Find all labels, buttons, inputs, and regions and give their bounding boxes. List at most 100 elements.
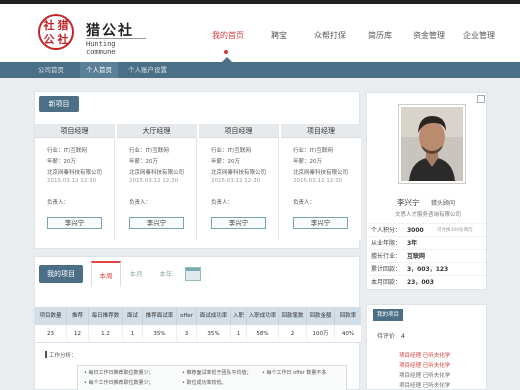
card-title: 项目经理 [35, 124, 114, 138]
profile-stat-total-payback: 累计回款： 3，003，123 [369, 262, 486, 275]
avatar [399, 105, 465, 183]
profile-stat-years: 从业年限： 3年 [369, 236, 486, 249]
sub-nav: 公司首页 个人首页 个人账户设置 [0, 62, 520, 78]
card-owner-label: 负责人： [129, 200, 152, 206]
stat-label: 本月回款： [371, 279, 402, 286]
card-company: 北京网秦科技有限公司 [47, 170, 103, 176]
project-card[interactable]: 项目经理 行业：IT/互联网 年薪：20万 北京网秦科技有限公司 2015.03… [281, 124, 361, 240]
stat-value: 23，003 [407, 279, 434, 286]
pending-label: 待评价 [377, 333, 396, 340]
work-line: • 每日工作日推荐职位数量少； [84, 370, 154, 376]
subnav-personal-home[interactable]: 个人首页 [80, 62, 118, 78]
side-my-projects-title: 我的项目 [373, 309, 403, 321]
subnav-account-settings[interactable]: 个人账户设置 [122, 62, 173, 78]
nav-item-zhongbang[interactable]: 众帮打保 [314, 30, 346, 41]
project-card[interactable]: 大厅经理 行业：IT/互联网 年薪：20万 北京网秦科技有限公司 2015.03… [117, 124, 197, 240]
table-header: 回款率 [339, 313, 357, 319]
calendar-icon[interactable] [185, 267, 201, 281]
project-link[interactable]: 项目经理 已听夫化学 [399, 351, 450, 359]
work-analysis-label: 工作分析： [49, 353, 77, 359]
work-line: • 推荐面试率低于团队平均值； [182, 370, 252, 376]
profile-company: 文思人才服务咨询有限公司 [395, 212, 462, 218]
nav-item-company[interactable]: 企业管理 [463, 30, 495, 41]
pending-review[interactable]: 待评价 4 [377, 331, 405, 340]
table-header-row: 项目数量 推荐 每日推荐数 面试 推荐面试率 offer 面试成功率 入职 入职… [35, 307, 361, 325]
table-cell: 3 [177, 325, 197, 343]
pending-count: 4 [401, 333, 405, 340]
card-company: 北京网秦科技有限公司 [211, 170, 267, 176]
card-owner-label: 负责人： [47, 200, 70, 206]
project-link[interactable]: 项目经理 已听夫化学 [399, 371, 450, 379]
card-industry: 行业：IT/互联网 [293, 148, 333, 154]
card-industry: 行业：IT/互联网 [211, 148, 251, 154]
logo-title: 猎公社 [86, 23, 134, 39]
card-owner-button[interactable]: 李兴宁 [47, 217, 102, 229]
edit-icon[interactable] [477, 95, 485, 103]
table-cell: 40% [341, 331, 355, 337]
work-analysis-marker [45, 351, 47, 358]
avatar-image [401, 107, 463, 181]
seal-char: 公 [43, 33, 55, 46]
table-header: 项目数量 [35, 307, 67, 325]
table-row: 23 12 1.2 1 35% 3 35% 1 58% 2 100万 40% [35, 325, 361, 343]
subnav-company-home[interactable]: 公司首页 [32, 62, 70, 78]
table-header: 入职 [231, 307, 247, 325]
card-date: 2015.03.12 12:30 [211, 178, 261, 184]
tab-this-month[interactable]: 本月 [121, 261, 151, 287]
card-salary: 年薪：20万 [211, 159, 240, 165]
card-salary: 年薪：20万 [47, 159, 76, 165]
card-salary: 年薪：20万 [129, 159, 158, 165]
card-owner-button[interactable]: 李兴宁 [293, 217, 348, 229]
card-owner-label: 负责人： [211, 200, 234, 206]
card-title: 项目经理 [281, 124, 361, 138]
project-card[interactable]: 项目经理 行业：IT/互联网 年薪：20万 北京网秦科技有限公司 2015.03… [199, 124, 279, 240]
card-date: 2015.03.12 12:30 [129, 178, 179, 184]
profile-card: 李兴宁 猎头顾问 文思人才服务咨询有限公司 个人积分： 3000 可兑换300份… [366, 92, 487, 290]
card-owner-button[interactable]: 李兴宁 [211, 217, 266, 229]
tab-this-year[interactable]: 本年 [151, 261, 181, 287]
seal-char: 社 [57, 33, 69, 46]
nav-item-funds[interactable]: 资金管理 [413, 30, 445, 41]
table-cell: 1 [123, 325, 143, 343]
project-link[interactable]: 项目经理 已听夫化学 [399, 381, 450, 389]
card-date: 2015.03.12 12:30 [47, 178, 97, 184]
table-cell: 1.2 [89, 325, 123, 343]
side-my-projects-panel: 我的项目 待评价 4 项目经理 已听夫化学 项目经理 已听夫化学 项目经理 已听夫… [366, 304, 487, 390]
logo-divider [86, 38, 146, 39]
card-company: 北京网秦科技有限公司 [129, 170, 185, 176]
card-industry: 行业：IT/互联网 [47, 148, 87, 154]
table-header: 入职成功率 [247, 307, 279, 325]
card-industry: 行业：IT/互联网 [129, 148, 169, 154]
table-header: 推荐面试率 [143, 307, 177, 325]
card-company: 北京网秦科技有限公司 [293, 170, 349, 176]
work-analysis-box: • 每日工作日推荐职位数量少； • 推荐面试率低于团队平均值； • 每个工作日 … [77, 365, 347, 390]
table-header: 每日推荐数 [89, 307, 123, 325]
card-title: 大厅经理 [117, 124, 196, 138]
nav-item-home[interactable]: 我的首页 [212, 30, 244, 41]
my-projects-panel: 我的项目 本周 本月 本年 项目数量 推荐 每日推荐数 面试 推荐面试率 off… [34, 256, 361, 390]
project-card[interactable]: 项目经理 行业：IT/互联网 年薪：20万 北京网秦科技有限公司 2015.03… [35, 124, 115, 240]
table-cell: 58% [247, 325, 279, 343]
card-owner-button[interactable]: 李兴宁 [129, 217, 184, 229]
nav-item-resume[interactable]: 简历库 [368, 30, 392, 41]
profile-name: 李兴宁 [397, 198, 420, 207]
table-cell: 12 [67, 325, 89, 343]
card-owner-label: 负责人： [293, 200, 316, 206]
my-projects-title: 我的项目 [39, 265, 83, 283]
nav-active-dot [224, 50, 228, 54]
seal-char: 社 [43, 19, 55, 32]
table-cell: 23 [35, 325, 67, 343]
project-link[interactable]: 项目经理 已听夫化学 [399, 361, 450, 369]
table-header: 面试 [123, 307, 143, 325]
new-projects-title: 新项目 [39, 96, 79, 112]
tab-this-week[interactable]: 本周 [91, 261, 121, 287]
profile-role: 猎头顾问 [431, 200, 456, 207]
logo-subtitle: Hunting commune [86, 40, 116, 56]
table-header: 回款笔数 [279, 307, 307, 325]
card-title: 项目经理 [199, 124, 278, 138]
logo[interactable]: 社猎 公社 猎公社 Hunting commune [38, 14, 148, 56]
table-cell: 35% [143, 325, 177, 343]
table-cell: 2 [279, 325, 307, 343]
table-header: 推荐 [67, 307, 89, 325]
nav-item-pinbao[interactable]: 聘宝 [271, 30, 287, 41]
